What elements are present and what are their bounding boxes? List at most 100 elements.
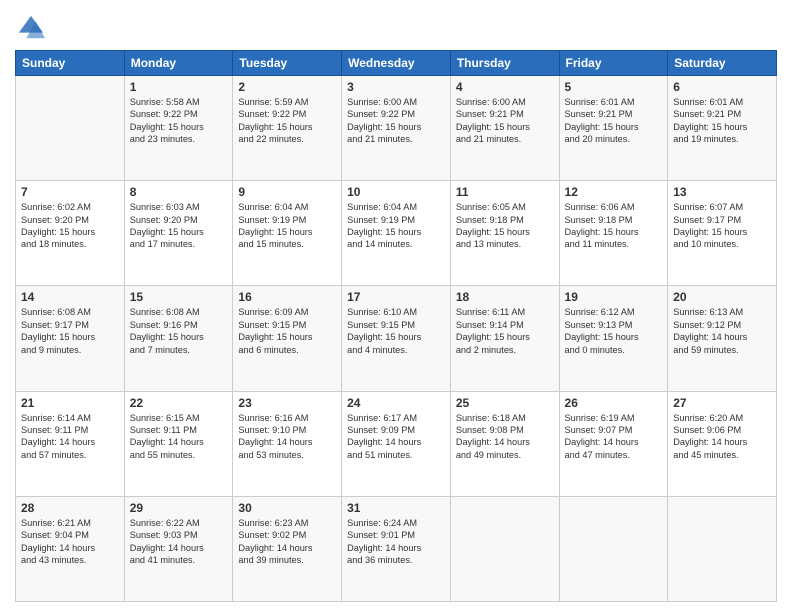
- calendar-cell: 7 Sunrise: 6:02 AM Sunset: 9:20 PM Daylig…: [16, 181, 125, 286]
- calendar-cell: 3 Sunrise: 6:00 AM Sunset: 9:22 PM Daylig…: [342, 76, 451, 181]
- day-info: Sunrise: 6:03 AM Sunset: 9:20 PM Dayligh…: [130, 201, 228, 251]
- day-number: 30: [238, 501, 336, 515]
- day-info: Sunrise: 6:04 AM Sunset: 9:19 PM Dayligh…: [238, 201, 336, 251]
- calendar-cell: 8 Sunrise: 6:03 AM Sunset: 9:20 PM Daylig…: [124, 181, 233, 286]
- calendar-week-row: 28 Sunrise: 6:21 AM Sunset: 9:04 PM Dayli…: [16, 496, 777, 601]
- day-number: 23: [238, 396, 336, 410]
- day-info: Sunrise: 6:12 AM Sunset: 9:13 PM Dayligh…: [565, 306, 663, 356]
- day-of-week-header: Friday: [559, 51, 668, 76]
- logo: [15, 14, 45, 42]
- day-info: Sunrise: 6:10 AM Sunset: 9:15 PM Dayligh…: [347, 306, 445, 356]
- day-info: Sunrise: 6:11 AM Sunset: 9:14 PM Dayligh…: [456, 306, 554, 356]
- day-of-week-header: Saturday: [668, 51, 777, 76]
- day-number: 2: [238, 80, 336, 94]
- day-info: Sunrise: 6:23 AM Sunset: 9:02 PM Dayligh…: [238, 517, 336, 567]
- calendar-cell: 22 Sunrise: 6:15 AM Sunset: 9:11 PM Dayli…: [124, 391, 233, 496]
- day-info: Sunrise: 6:01 AM Sunset: 9:21 PM Dayligh…: [565, 96, 663, 146]
- day-info: Sunrise: 6:08 AM Sunset: 9:16 PM Dayligh…: [130, 306, 228, 356]
- calendar-cell: 19 Sunrise: 6:12 AM Sunset: 9:13 PM Dayli…: [559, 286, 668, 391]
- day-number: 31: [347, 501, 445, 515]
- day-info: Sunrise: 6:04 AM Sunset: 9:19 PM Dayligh…: [347, 201, 445, 251]
- day-info: Sunrise: 6:00 AM Sunset: 9:22 PM Dayligh…: [347, 96, 445, 146]
- calendar-week-row: 21 Sunrise: 6:14 AM Sunset: 9:11 PM Dayli…: [16, 391, 777, 496]
- calendar-cell: [16, 76, 125, 181]
- day-number: 19: [565, 290, 663, 304]
- day-info: Sunrise: 5:58 AM Sunset: 9:22 PM Dayligh…: [130, 96, 228, 146]
- day-info: Sunrise: 6:22 AM Sunset: 9:03 PM Dayligh…: [130, 517, 228, 567]
- calendar-week-row: 14Sunrise: 6:08 AM Sunset: 9:17 PM Dayli…: [16, 286, 777, 391]
- day-number: 8: [130, 185, 228, 199]
- day-number: 10: [347, 185, 445, 199]
- day-number: 26: [565, 396, 663, 410]
- calendar-cell: 29 Sunrise: 6:22 AM Sunset: 9:03 PM Dayli…: [124, 496, 233, 601]
- day-number: 27: [673, 396, 771, 410]
- day-info: Sunrise: 6:09 AM Sunset: 9:15 PM Dayligh…: [238, 306, 336, 356]
- day-info: Sunrise: 6:18 AM Sunset: 9:08 PM Dayligh…: [456, 412, 554, 462]
- calendar-cell: 24 Sunrise: 6:17 AM Sunset: 9:09 PM Dayli…: [342, 391, 451, 496]
- day-number: 12: [565, 185, 663, 199]
- day-of-week-header: Tuesday: [233, 51, 342, 76]
- day-info: Sunrise: 6:05 AM Sunset: 9:18 PM Dayligh…: [456, 201, 554, 251]
- day-number: 21: [21, 396, 119, 410]
- day-info: Sunrise: 6:19 AM Sunset: 9:07 PM Dayligh…: [565, 412, 663, 462]
- calendar-cell: 26 Sunrise: 6:19 AM Sunset: 9:07 PM Dayli…: [559, 391, 668, 496]
- day-info: Sunrise: 6:02 AM Sunset: 9:20 PM Dayligh…: [21, 201, 119, 251]
- day-info: Sunrise: 6:16 AM Sunset: 9:10 PM Dayligh…: [238, 412, 336, 462]
- calendar-cell: 27Sunrise: 6:20 AM Sunset: 9:06 PM Dayli…: [668, 391, 777, 496]
- calendar-cell: 11 Sunrise: 6:05 AM Sunset: 9:18 PM Dayli…: [450, 181, 559, 286]
- day-info: Sunrise: 6:21 AM Sunset: 9:04 PM Dayligh…: [21, 517, 119, 567]
- day-number: 9: [238, 185, 336, 199]
- day-info: Sunrise: 6:00 AM Sunset: 9:21 PM Dayligh…: [456, 96, 554, 146]
- day-number: 3: [347, 80, 445, 94]
- calendar-cell: 18 Sunrise: 6:11 AM Sunset: 9:14 PM Dayli…: [450, 286, 559, 391]
- day-info: Sunrise: 6:15 AM Sunset: 9:11 PM Dayligh…: [130, 412, 228, 462]
- day-number: 11: [456, 185, 554, 199]
- day-number: 24: [347, 396, 445, 410]
- day-of-week-header: Wednesday: [342, 51, 451, 76]
- day-number: 20: [673, 290, 771, 304]
- calendar-cell: 13Sunrise: 6:07 AM Sunset: 9:17 PM Dayli…: [668, 181, 777, 286]
- header: [15, 10, 777, 42]
- calendar-cell: [450, 496, 559, 601]
- day-of-week-header: Thursday: [450, 51, 559, 76]
- day-number: 15: [130, 290, 228, 304]
- logo-icon: [17, 14, 45, 42]
- day-info: Sunrise: 6:07 AM Sunset: 9:17 PM Dayligh…: [673, 201, 771, 251]
- day-number: 28: [21, 501, 119, 515]
- calendar-cell: 9 Sunrise: 6:04 AM Sunset: 9:19 PM Daylig…: [233, 181, 342, 286]
- page: SundayMondayTuesdayWednesdayThursdayFrid…: [0, 0, 792, 612]
- calendar-cell: 1 Sunrise: 5:58 AM Sunset: 9:22 PM Daylig…: [124, 76, 233, 181]
- calendar-cell: 20 Sunrise: 6:13 AM Sunset: 9:12 PM Dayli…: [668, 286, 777, 391]
- calendar-cell: 5Sunrise: 6:01 AM Sunset: 9:21 PM Daylig…: [559, 76, 668, 181]
- day-number: 7: [21, 185, 119, 199]
- day-info: Sunrise: 6:13 AM Sunset: 9:12 PM Dayligh…: [673, 306, 771, 356]
- day-of-week-header: Sunday: [16, 51, 125, 76]
- calendar-cell: 28 Sunrise: 6:21 AM Sunset: 9:04 PM Dayli…: [16, 496, 125, 601]
- day-info: Sunrise: 6:24 AM Sunset: 9:01 PM Dayligh…: [347, 517, 445, 567]
- calendar-cell: 21 Sunrise: 6:14 AM Sunset: 9:11 PM Dayli…: [16, 391, 125, 496]
- day-info: Sunrise: 6:17 AM Sunset: 9:09 PM Dayligh…: [347, 412, 445, 462]
- day-number: 22: [130, 396, 228, 410]
- calendar-cell: 12 Sunrise: 6:06 AM Sunset: 9:18 PM Dayli…: [559, 181, 668, 286]
- calendar-cell: [668, 496, 777, 601]
- day-number: 1: [130, 80, 228, 94]
- calendar-week-row: 7 Sunrise: 6:02 AM Sunset: 9:20 PM Daylig…: [16, 181, 777, 286]
- day-info: Sunrise: 6:14 AM Sunset: 9:11 PM Dayligh…: [21, 412, 119, 462]
- day-number: 6: [673, 80, 771, 94]
- calendar-cell: 23 Sunrise: 6:16 AM Sunset: 9:10 PM Dayli…: [233, 391, 342, 496]
- day-info: Sunrise: 6:08 AM Sunset: 9:17 PM Dayligh…: [21, 306, 119, 356]
- calendar-cell: 6Sunrise: 6:01 AM Sunset: 9:21 PM Daylig…: [668, 76, 777, 181]
- calendar-header-row: SundayMondayTuesdayWednesdayThursdayFrid…: [16, 51, 777, 76]
- day-number: 4: [456, 80, 554, 94]
- calendar: SundayMondayTuesdayWednesdayThursdayFrid…: [15, 50, 777, 602]
- day-of-week-header: Monday: [124, 51, 233, 76]
- calendar-cell: 4 Sunrise: 6:00 AM Sunset: 9:21 PM Daylig…: [450, 76, 559, 181]
- calendar-cell: 15 Sunrise: 6:08 AM Sunset: 9:16 PM Dayli…: [124, 286, 233, 391]
- day-info: Sunrise: 6:06 AM Sunset: 9:18 PM Dayligh…: [565, 201, 663, 251]
- day-number: 18: [456, 290, 554, 304]
- calendar-cell: [559, 496, 668, 601]
- day-number: 25: [456, 396, 554, 410]
- calendar-week-row: 1 Sunrise: 5:58 AM Sunset: 9:22 PM Daylig…: [16, 76, 777, 181]
- calendar-cell: 2Sunrise: 5:59 AM Sunset: 9:22 PM Daylig…: [233, 76, 342, 181]
- day-number: 29: [130, 501, 228, 515]
